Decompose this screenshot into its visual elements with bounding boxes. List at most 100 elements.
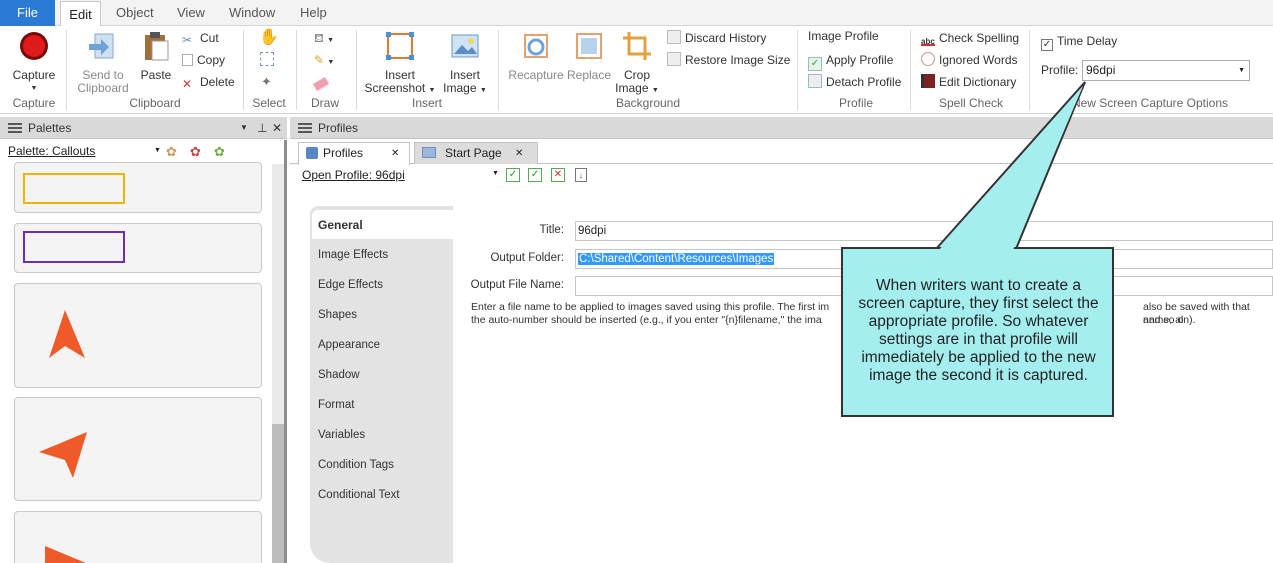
- nav-item-condition-tags[interactable]: Condition Tags: [318, 459, 394, 471]
- delete-button[interactable]: ✕ Delete: [182, 72, 235, 92]
- profiles-panel: Profiles ✕ Start Page ✕ Open Profile: 96…: [290, 140, 1273, 563]
- copy-button[interactable]: Copy: [182, 50, 225, 70]
- pin-icon[interactable]: ⊥: [257, 117, 267, 139]
- chevron-down-icon[interactable]: ▼: [240, 117, 248, 139]
- title-field[interactable]: 96dpi: [575, 221, 1273, 241]
- palette-remove-icon[interactable]: ✿: [190, 144, 201, 160]
- close-icon[interactable]: ✕: [272, 117, 282, 139]
- paste-button[interactable]: Paste: [138, 28, 174, 82]
- panel-menu-icon[interactable]: [8, 123, 22, 133]
- menu-file[interactable]: File: [0, 0, 55, 26]
- time-delay-checkbox[interactable]: ✓ Time Delay: [1041, 31, 1117, 51]
- recapture-button[interactable]: Recapture: [508, 28, 564, 82]
- capture-button[interactable]: Capture ▼: [8, 28, 60, 95]
- open-profile-link[interactable]: Open Profile: 96dpi: [302, 168, 405, 182]
- detach-profile-label: Detach Profile: [826, 75, 902, 89]
- send-to-clipboard-button[interactable]: Send to Clipboard: [74, 28, 132, 95]
- nav-item-edge-effects[interactable]: Edge Effects: [318, 279, 383, 291]
- palette-item-purple-box[interactable]: [14, 223, 262, 273]
- apply-profile-label: Apply Profile: [826, 53, 894, 67]
- menu-view[interactable]: View: [167, 0, 215, 26]
- send-to-clipboard-icon: [89, 33, 114, 59]
- nav-item-image-effects[interactable]: Image Effects: [318, 249, 388, 261]
- ignored-words-button[interactable]: Ignored Words: [921, 50, 1018, 70]
- apply-profile-icon[interactable]: ✓: [506, 168, 520, 182]
- nav-item-shapes[interactable]: Shapes: [318, 309, 357, 321]
- menu-help[interactable]: Help: [290, 0, 337, 26]
- tab-start-page[interactable]: Start Page ✕: [414, 142, 538, 164]
- download-profile-icon[interactable]: ↓: [575, 168, 587, 182]
- nav-item-appearance[interactable]: Appearance: [318, 339, 380, 351]
- menu-edit[interactable]: Edit: [60, 1, 101, 27]
- detach-profile-button[interactable]: Detach Profile: [808, 72, 901, 92]
- menu-window[interactable]: Window: [219, 0, 285, 26]
- group-label-clipboard: Clipboard: [129, 96, 181, 110]
- close-icon[interactable]: ✕: [515, 143, 523, 164]
- nav-item-general[interactable]: General: [318, 218, 363, 232]
- record-icon: [20, 32, 48, 60]
- group-label-spell-check: Spell Check: [938, 96, 1004, 110]
- paste-icon: [145, 32, 169, 61]
- chevron-down-icon: ▼: [651, 87, 659, 94]
- marquee-select-button[interactable]: [260, 50, 278, 70]
- fill-tool-button[interactable]: ⛾ ▼: [314, 28, 334, 48]
- palette-scrollbar[interactable]: [272, 164, 284, 563]
- nav-item-variables[interactable]: Variables: [318, 429, 365, 441]
- insert-image-button[interactable]: Insert Image ▼: [440, 28, 490, 97]
- palette-item-yellow-box[interactable]: [14, 162, 262, 213]
- start-page-tab-icon: [422, 147, 436, 158]
- edit-dictionary-button[interactable]: Edit Dictionary: [921, 72, 1016, 92]
- profile-select[interactable]: 96dpi ▼: [1082, 60, 1250, 81]
- apply-profile-button[interactable]: ✓ Apply Profile: [808, 50, 894, 71]
- menu-bar: File Edit Object View Window Help: [0, 0, 1273, 27]
- insert-screenshot-button[interactable]: Insert Screenshot ▼: [364, 28, 436, 97]
- cut-label: Cut: [200, 31, 219, 45]
- hand-tool-button[interactable]: ✋: [259, 28, 279, 48]
- magic-wand-button[interactable]: ✦: [261, 72, 272, 92]
- crop-image-button[interactable]: Crop Image ▼: [614, 28, 660, 97]
- palettes-titlebar: Palettes ▼ ⊥ ✕: [0, 117, 287, 139]
- check-spelling-button[interactable]: abc Check Spelling: [921, 28, 1019, 48]
- chevron-down-icon[interactable]: ▼: [492, 170, 499, 177]
- nav-item-conditional-text[interactable]: Conditional Text: [318, 489, 400, 501]
- palette-edit-icon[interactable]: ✿: [214, 144, 225, 160]
- delete-profile-icon[interactable]: ✕: [551, 168, 565, 182]
- panel-menu-icon[interactable]: [298, 123, 312, 133]
- replace-button[interactable]: Replace: [567, 28, 611, 82]
- title-field-label: Title:: [539, 224, 565, 236]
- purple-rectangle-shape: [23, 231, 125, 263]
- divider: [498, 30, 499, 110]
- profile-select-value: 96dpi: [1086, 63, 1116, 77]
- palette-add-icon[interactable]: ✿: [166, 144, 177, 160]
- tab-profiles-label: Profiles: [323, 146, 364, 160]
- tab-profiles[interactable]: Profiles ✕: [298, 142, 410, 165]
- eraser-button[interactable]: [312, 72, 332, 92]
- pencil-icon: ✎: [314, 53, 325, 67]
- profile-field-label: Profile:: [1041, 63, 1079, 77]
- menu-object[interactable]: Object: [106, 0, 164, 26]
- chevron-down-icon: ▼: [479, 87, 487, 94]
- cut-button[interactable]: ✂ Cut: [182, 28, 219, 48]
- apply-all-icon[interactable]: ✓: [528, 168, 542, 182]
- pen-tool-button[interactable]: ✎ ▼: [314, 50, 334, 70]
- close-icon[interactable]: ✕: [391, 143, 399, 164]
- palette-selector[interactable]: Palette: Callouts ▼ ✿ ✿ ✿: [8, 144, 278, 162]
- palette-item-arrow-up[interactable]: [14, 283, 262, 388]
- palette-item-arrow-diagonal[interactable]: [14, 397, 262, 501]
- discard-history-button[interactable]: Discard History: [667, 28, 766, 48]
- restore-image-size-button[interactable]: Restore Image Size: [667, 50, 790, 70]
- divider: [1029, 30, 1030, 110]
- palette-item-arrow-right[interactable]: [14, 511, 262, 563]
- chevron-down-icon: ▼: [327, 37, 335, 44]
- spelling-icon: abc: [921, 32, 935, 46]
- scrollbar-thumb[interactable]: [272, 424, 284, 563]
- arrow-up-icon: [49, 310, 85, 358]
- recapture-label: Recapture: [508, 68, 564, 82]
- wand-icon: ✦: [261, 74, 272, 89]
- nav-item-format[interactable]: Format: [318, 399, 354, 411]
- group-label-draw: Draw: [310, 96, 339, 110]
- group-label-insert: Insert: [411, 96, 442, 110]
- nav-item-shadow[interactable]: Shadow: [318, 369, 360, 381]
- dictionary-icon: [921, 74, 935, 88]
- divider: [66, 30, 67, 110]
